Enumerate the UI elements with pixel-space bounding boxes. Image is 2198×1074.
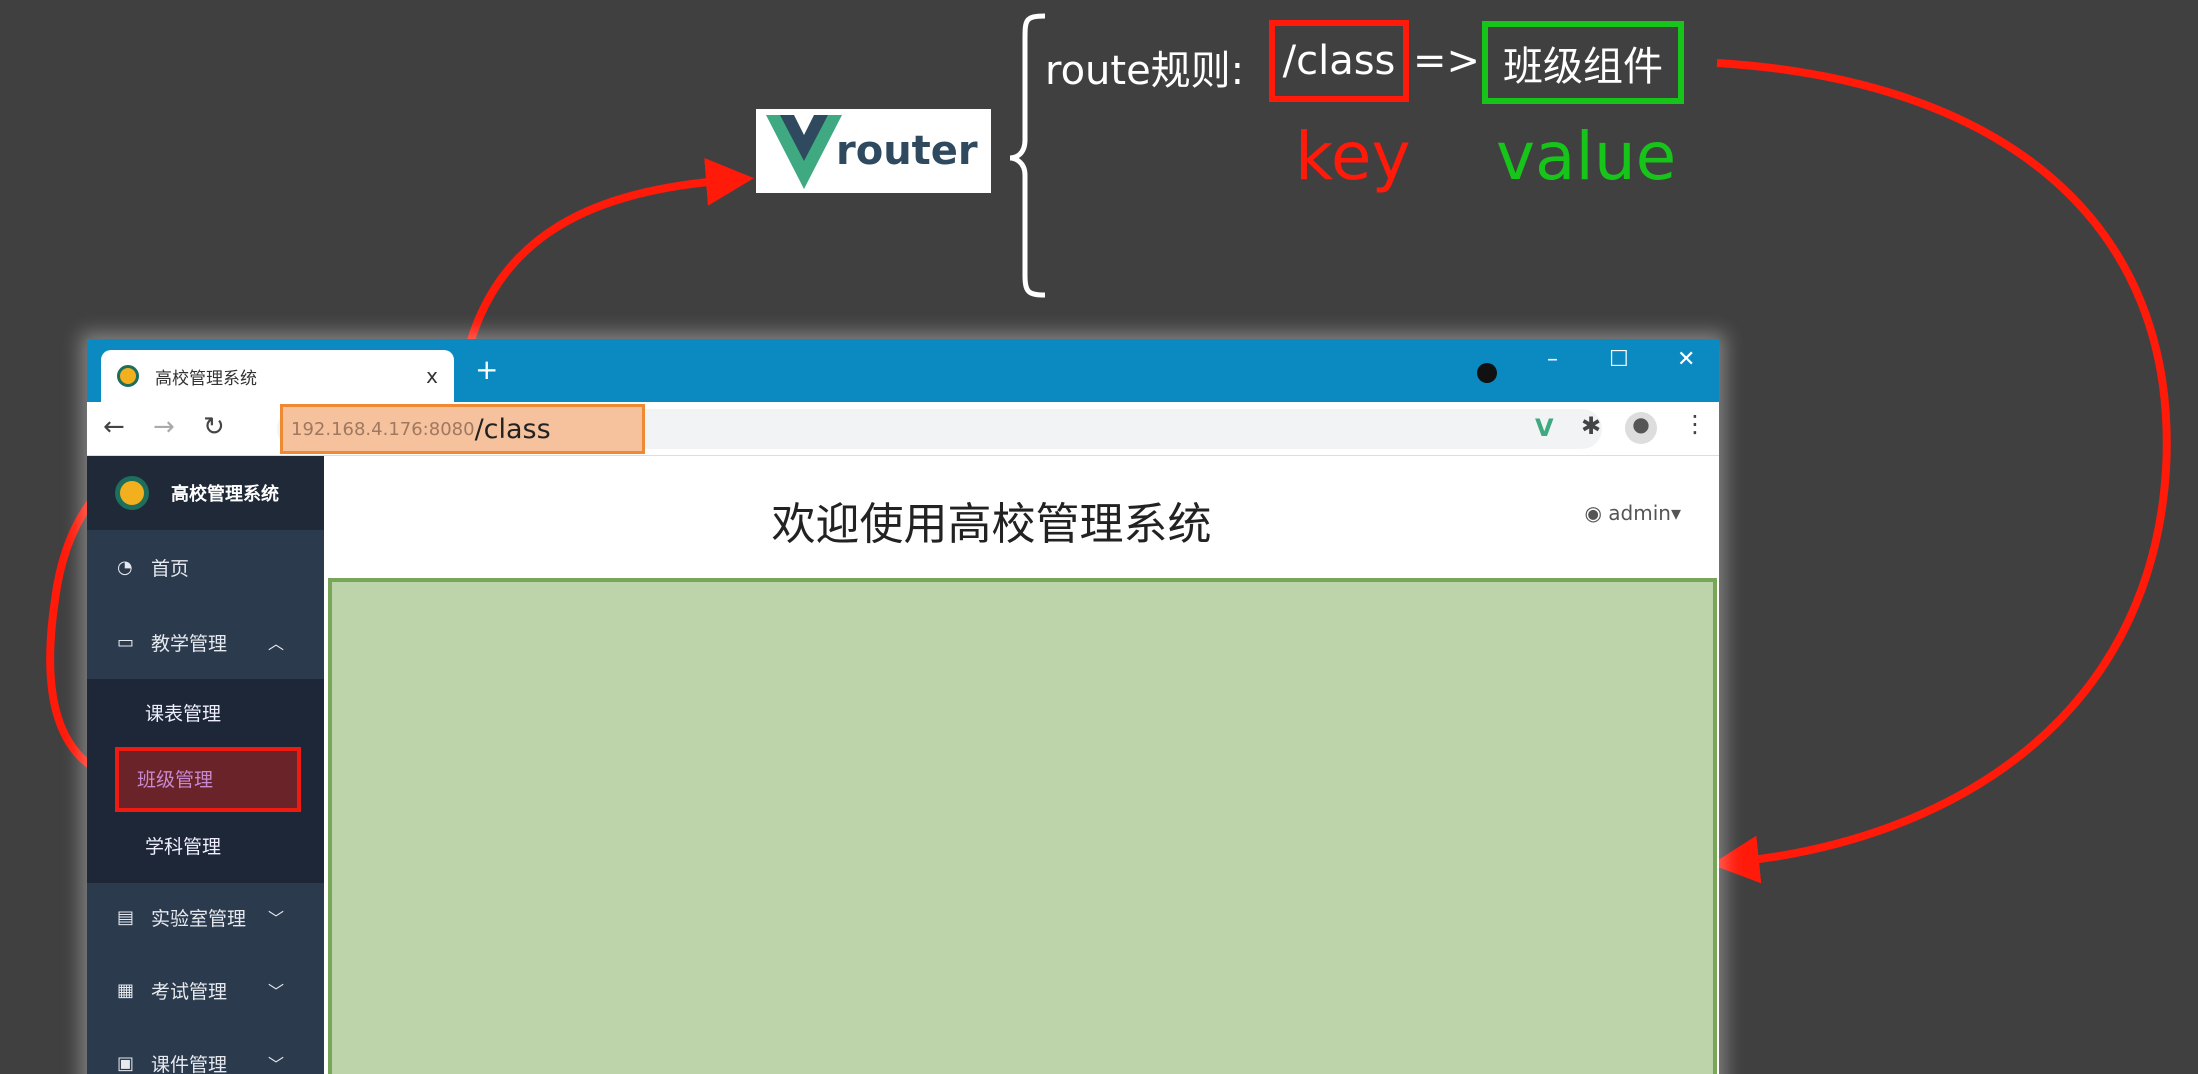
menu-icon[interactable]: ⋮ bbox=[1683, 410, 1707, 438]
maximize-button[interactable]: ☐ bbox=[1609, 347, 1629, 372]
profile-icon[interactable]: ● bbox=[1625, 412, 1657, 444]
extensions-icon[interactable]: ✱ bbox=[1581, 412, 1601, 440]
sidebar-item-home[interactable]: ◔ 首页 bbox=[87, 536, 324, 598]
forward-icon[interactable]: → bbox=[153, 412, 175, 442]
dashboard-icon: ◔ bbox=[117, 556, 133, 578]
sidebar-subitem-schedule[interactable]: 课表管理 bbox=[87, 682, 324, 742]
maps-to-arrow: => bbox=[1413, 38, 1481, 84]
page-header: 欢迎使用高校管理系统 ◉ admin▾ bbox=[324, 456, 1719, 578]
component-box: 班级组件 bbox=[1482, 21, 1684, 104]
page-title: 欢迎使用高校管理系统 bbox=[771, 499, 1212, 550]
media-icon[interactable] bbox=[1477, 363, 1497, 383]
app-logo-icon bbox=[115, 476, 149, 510]
sidebar-item-teaching[interactable]: ▭ 教学管理 ︿ bbox=[87, 611, 324, 673]
user-menu[interactable]: ◉ admin▾ bbox=[1584, 501, 1681, 525]
close-window-button[interactable]: ✕ bbox=[1677, 347, 1695, 372]
minimize-button[interactable]: – bbox=[1547, 347, 1558, 372]
chevron-down-icon: ﹀ bbox=[267, 1055, 284, 1074]
sidebar-item-courseware[interactable]: ▣ 课件管理 ﹀ bbox=[87, 1032, 324, 1074]
route-path-box: /class bbox=[1269, 20, 1409, 102]
sidebar-subitem-class[interactable]: 班级管理 bbox=[115, 747, 301, 812]
sidebar-logo: 高校管理系统 bbox=[87, 456, 324, 530]
caret-down-icon: ▾ bbox=[1670, 501, 1681, 525]
url-input[interactable]: 192.168.4.176:8080/class bbox=[280, 404, 645, 454]
tab-close-button[interactable]: x bbox=[426, 364, 438, 388]
new-tab-button[interactable]: + bbox=[475, 353, 498, 386]
document-icon: ▤ bbox=[117, 906, 135, 928]
sidebar-subitem-subject[interactable]: 学科管理 bbox=[87, 815, 324, 875]
chevron-up-icon: ︿ bbox=[267, 634, 284, 653]
browser-window: 高校管理系统 x + – ☐ ✕ ← → ↻ 192.168.4.176:808… bbox=[87, 339, 1719, 1074]
url-path: /class bbox=[474, 413, 551, 445]
key-label: key bbox=[1295, 118, 1411, 195]
arrow-component-to-content bbox=[1711, 59, 2171, 884]
browser-tab[interactable]: 高校管理系统 x bbox=[101, 350, 454, 402]
sidebar-item-exam[interactable]: ▦ 考试管理 ﹀ bbox=[87, 959, 324, 1021]
tab-title: 高校管理系统 bbox=[155, 368, 257, 389]
site-logo-icon bbox=[117, 365, 139, 387]
vue-router-logo: router bbox=[756, 109, 991, 193]
sidebar: 高校管理系统 ◔ 首页 ▭ 教学管理 ︿ 课表管理 学科管理 班级管理 ▤ 实验室管理 ﹀… bbox=[87, 456, 324, 1074]
chevron-down-icon: ﹀ bbox=[267, 909, 284, 928]
route-rule-label: route规则: bbox=[1045, 48, 1245, 94]
tab-bar: 高校管理系统 x + – ☐ ✕ bbox=[87, 339, 1719, 402]
monitor-icon: ▭ bbox=[117, 631, 135, 653]
address-bar-row: ← → ↻ 192.168.4.176:8080/class V ✱ ● ⋮ bbox=[87, 402, 1719, 456]
reload-icon[interactable]: ↻ bbox=[203, 412, 225, 442]
sidebar-item-lab[interactable]: ▤ 实验室管理 ﹀ bbox=[87, 886, 324, 948]
router-view-content bbox=[328, 578, 1717, 1074]
brace bbox=[1009, 13, 1046, 298]
back-icon[interactable]: ← bbox=[103, 412, 125, 442]
chevron-down-icon: ﹀ bbox=[267, 982, 284, 1001]
printer-icon: ▦ bbox=[117, 979, 135, 1001]
user-icon: ◉ bbox=[1584, 501, 1609, 525]
word-icon: ▣ bbox=[117, 1052, 135, 1074]
value-label: value bbox=[1496, 118, 1677, 195]
url-host: 192.168.4.176:8080 bbox=[291, 418, 475, 440]
vue-devtools-icon[interactable]: V bbox=[1535, 414, 1554, 442]
